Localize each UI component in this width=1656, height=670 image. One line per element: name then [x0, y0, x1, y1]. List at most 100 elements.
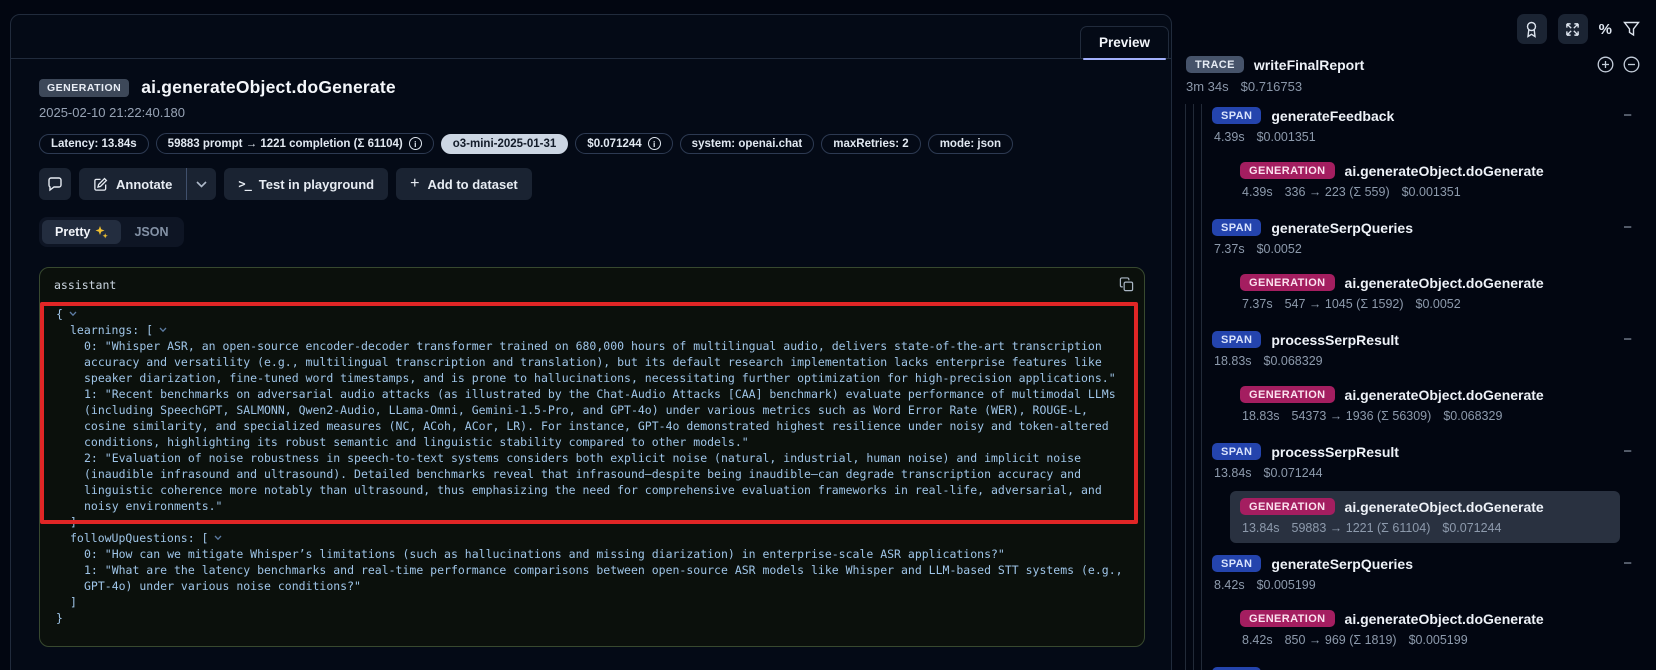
tree-group: SPAN generateSerpQueries − 8.42s$0.00519… — [1212, 552, 1640, 655]
collapse-toggle[interactable]: − — [1623, 219, 1640, 236]
generation-type-badge: GENERATION — [39, 79, 129, 97]
span-badge: SPAN — [1212, 443, 1261, 460]
terminal-icon: >_ — [238, 177, 250, 191]
plus-circle-icon[interactable] — [1597, 56, 1614, 73]
generation-badge: GENERATION — [1240, 162, 1335, 179]
generation-badge: GENERATION — [1240, 498, 1335, 515]
copy-icon — [1119, 277, 1134, 292]
generation-metrics: 18.83s54373 → 1936 (Σ 56309)$0.068329 — [1240, 406, 1620, 429]
page-title: ai.generateObject.doGenerate — [141, 77, 396, 98]
trace-duration: 3m 34s — [1186, 79, 1229, 94]
annotate-button[interactable]: Annotate — [79, 168, 186, 200]
cost-pill: $0.071244i — [575, 133, 672, 154]
span-metrics: 18.83s$0.068329 — [1212, 351, 1640, 377]
tree-guide — [1193, 104, 1194, 670]
tab-json[interactable]: JSON — [121, 220, 181, 244]
copy-button[interactable] — [1119, 277, 1134, 292]
metadata-pills: Latency: 13.84s 59883 prompt → 1221 comp… — [39, 133, 1143, 154]
annotations-toggle-button[interactable] — [1517, 14, 1547, 44]
generation-metrics: 8.42s850 → 969 (Σ 1819)$0.005199 — [1240, 630, 1620, 653]
generation-metrics: 13.84s59883 → 1221 (Σ 61104)$0.071244 — [1240, 518, 1620, 541]
collapse-toggle[interactable]: − — [1623, 331, 1640, 348]
award-ribbon-icon — [1524, 21, 1539, 38]
chevron-down-icon — [196, 181, 207, 188]
json-pretty-view: { learnings: [ 0: "Whisper ASR, an open-… — [40, 298, 1144, 628]
span-row[interactable]: SPAN generateFeedback − — [1212, 104, 1640, 127]
filter-funnel-icon — [1623, 21, 1640, 37]
json-line: 0: "How can we mitigate Whisper’s limita… — [56, 546, 1128, 562]
trace-root-row[interactable]: TRACE writeFinalReport — [1182, 56, 1640, 73]
annotate-dropdown-button[interactable] — [186, 168, 216, 200]
span-row[interactable]: SPAN generateSerpQueries − — [1212, 552, 1640, 575]
collapse-all-button[interactable] — [1558, 14, 1588, 44]
span-row[interactable]: SPAN generateSerpQueries − — [1212, 216, 1640, 239]
collapse-toggle[interactable]: − — [1623, 555, 1640, 572]
annotate-pencil-icon — [93, 177, 108, 192]
token-usage-pill: 59883 prompt → 1221 completion (Σ 61104)… — [156, 133, 434, 154]
span-metrics: 13.84s$0.071244 — [1212, 463, 1640, 489]
collapse-chevron-icon[interactable] — [69, 311, 77, 317]
span-badge: SPAN — [1212, 219, 1261, 236]
tree-group: SPAN processSerpResult − 13.84s$0.071244… — [1212, 440, 1640, 543]
json-line: { — [56, 306, 1128, 322]
model-pill[interactable]: o3-mini-2025-01-31 — [441, 134, 569, 154]
span-metrics: 8.42s$0.005199 — [1212, 575, 1640, 601]
collapse-chevron-icon[interactable] — [214, 535, 222, 541]
comments-button[interactable] — [39, 168, 71, 200]
json-line: 0: "Whisper ASR, an open-source encoder-… — [56, 338, 1128, 386]
sidebar-toolbar: % — [1182, 14, 1640, 44]
title-row: GENERATION ai.generateObject.doGenerate — [39, 77, 1143, 98]
message-role-label: assistant — [40, 268, 1144, 298]
collapse-toggle[interactable]: − — [1623, 107, 1640, 124]
tab-preview[interactable]: Preview — [1080, 26, 1169, 59]
panel-tabbar: Preview — [11, 15, 1171, 59]
generation-row[interactable]: GENERATION ai.generateObject.doGenerate … — [1230, 603, 1620, 655]
info-icon[interactable]: i — [648, 137, 661, 150]
collapse-toggle[interactable]: − — [1623, 443, 1640, 460]
span-metrics: 4.39s$0.001351 — [1212, 127, 1640, 153]
sparkles-icon — [95, 226, 108, 239]
collapse-arrows-icon — [1565, 22, 1580, 37]
span-row[interactable]: SPAN processSerpResult − — [1212, 440, 1640, 463]
json-line: ] — [56, 514, 1128, 530]
assistant-message-card: assistant { learnings: [ 0: "Whisper ASR… — [39, 267, 1145, 647]
json-line: } — [56, 610, 1128, 626]
tree-guide — [1185, 104, 1186, 670]
generation-row[interactable]: GENERATION ai.generateObject.doGenerate … — [1230, 379, 1620, 431]
filter-button[interactable] — [1623, 21, 1640, 37]
generation-row[interactable]: GENERATION ai.generateObject.doGenerate … — [1230, 267, 1620, 319]
json-line: 1: "What are the latency benchmarks and … — [56, 562, 1128, 594]
generation-metrics: 7.37s547 → 1045 (Σ 1592)$0.0052 — [1240, 294, 1620, 317]
span-row[interactable]: SPAN processSerpResult − — [1212, 328, 1640, 351]
annotate-split-button: Annotate — [79, 168, 216, 200]
trace-badge: TRACE — [1186, 56, 1244, 73]
trace-actions — [1597, 56, 1640, 73]
generation-row-selected[interactable]: GENERATION ai.generateObject.doGenerate … — [1230, 491, 1620, 543]
minus-circle-icon[interactable] — [1623, 56, 1640, 73]
chat-bubble-icon — [47, 176, 63, 192]
span-row[interactable]: SPAN generateSerpQueries − — [1212, 664, 1640, 670]
plus-icon: + — [410, 176, 419, 192]
metrics-toggle-button[interactable]: % — [1599, 21, 1612, 38]
add-to-dataset-button[interactable]: + Add to dataset — [396, 168, 532, 200]
action-toolbar: Annotate >_ Test in playground + Add to … — [39, 168, 1143, 200]
span-badge: SPAN — [1212, 331, 1261, 348]
max-retries-pill: maxRetries: 2 — [821, 134, 920, 154]
observation-detail-panel: Preview GENERATION ai.generateObject.doG… — [10, 14, 1172, 670]
info-icon[interactable]: i — [409, 137, 422, 150]
generation-row[interactable]: GENERATION ai.generateObject.doGenerate … — [1230, 155, 1620, 207]
collapse-chevron-icon[interactable] — [159, 327, 167, 333]
tree-guide — [1201, 104, 1202, 670]
tree-group: SPAN processSerpResult − 18.83s$0.068329… — [1212, 328, 1640, 431]
system-pill: system: openai.chat — [680, 134, 815, 154]
tree-group: SPAN generateFeedback − 4.39s$0.001351 G… — [1212, 104, 1640, 207]
trace-cost: $0.716753 — [1241, 79, 1302, 94]
json-line: 1: "Recent benchmarks on adversarial aud… — [56, 386, 1128, 450]
playground-button[interactable]: >_ Test in playground — [224, 168, 388, 200]
timestamp: 2025-02-10 21:22:40.180 — [39, 105, 1143, 120]
span-badge: SPAN — [1212, 555, 1261, 572]
generation-badge: GENERATION — [1240, 610, 1335, 627]
generation-metrics: 4.39s336 → 223 (Σ 559)$0.001351 — [1240, 182, 1620, 205]
tab-pretty[interactable]: Pretty — [42, 220, 121, 244]
json-line: 2: "Evaluation of noise robustness in sp… — [56, 450, 1128, 514]
